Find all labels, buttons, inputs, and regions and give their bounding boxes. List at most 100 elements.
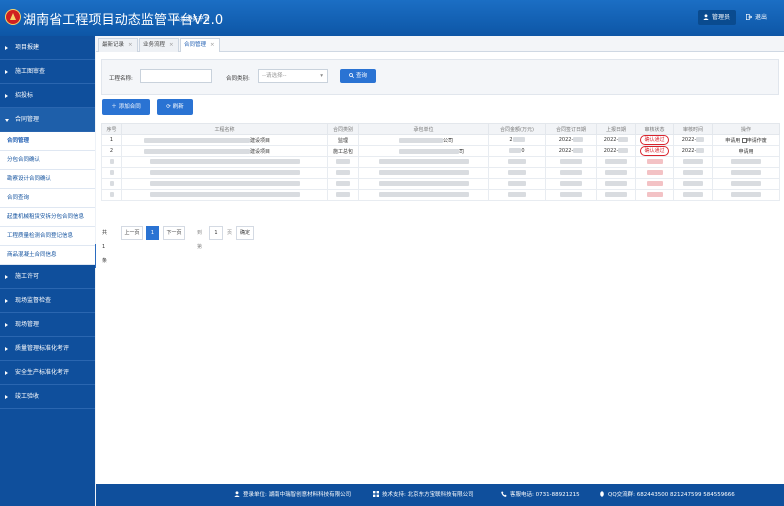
sidebar-subitem-contract-query[interactable]: 合同查询 bbox=[0, 189, 95, 208]
tab-label: 合同管理 bbox=[184, 42, 207, 48]
cell-empty bbox=[358, 156, 489, 168]
project-name-text: 建设项目 bbox=[250, 148, 271, 155]
apply-void-link[interactable]: 申请作废 bbox=[747, 138, 767, 144]
sidebar-item-contract-management[interactable]: 合同管理 bbox=[0, 108, 95, 132]
sidebar-subitem-subcontract-confirm[interactable]: 分包合同确认 bbox=[0, 151, 95, 170]
table-row bbox=[101, 156, 780, 168]
review-time-text: 2022- bbox=[681, 137, 697, 143]
sign-date-text: 2022- bbox=[558, 148, 574, 154]
sidebar-item-site-inspection[interactable]: 现场监督检查 bbox=[0, 289, 95, 313]
sidebar-item-project-registration[interactable]: 项目报建 bbox=[0, 36, 95, 60]
cell-empty bbox=[635, 178, 674, 190]
query-button[interactable]: 查询 bbox=[340, 69, 376, 83]
add-contract-button[interactable]: ＋添加合同 bbox=[102, 99, 150, 115]
grid-icon bbox=[373, 491, 379, 497]
sidebar-item-completion-acceptance[interactable]: 竣工验收 bbox=[0, 385, 95, 409]
sign-date-text: 2022- bbox=[558, 137, 574, 143]
sidebar-item-safety-evaluation[interactable]: 安全生产标准化考评 bbox=[0, 361, 95, 385]
sidebar-subitem-survey-design-confirm[interactable]: 勘察设计合同确认 bbox=[0, 170, 95, 189]
close-icon[interactable]: × bbox=[128, 42, 133, 48]
cell-empty bbox=[101, 156, 122, 168]
sidebar-item-drawing-review[interactable]: 施工图审查 bbox=[0, 60, 95, 84]
exit-button[interactable]: 退出 bbox=[746, 10, 780, 25]
cell-empty bbox=[545, 178, 597, 190]
table-row bbox=[101, 189, 780, 201]
goto-confirm-button[interactable]: 确定 bbox=[236, 226, 254, 240]
plus-icon: ＋ bbox=[111, 104, 117, 110]
cell-contractor: 公司 bbox=[358, 134, 489, 146]
prev-page-button[interactable]: 上一页 bbox=[121, 226, 143, 240]
add-contract-label: 添加合同 bbox=[118, 104, 141, 110]
exit-label: 退出 bbox=[755, 14, 768, 21]
cell-review-time: 2022- bbox=[673, 134, 713, 146]
report-date-text: 2022- bbox=[603, 137, 619, 143]
col-header-operations: 操作 bbox=[712, 123, 780, 135]
cell-empty bbox=[358, 167, 489, 179]
goto-page-input[interactable]: 1 bbox=[209, 226, 223, 240]
cell-empty bbox=[545, 189, 597, 201]
contractor-text: 司 bbox=[459, 148, 465, 155]
current-page-button[interactable]: 1 bbox=[146, 226, 159, 240]
cell-sign-date: 2022- bbox=[545, 134, 597, 146]
apply-use-link[interactable]: 申请用 bbox=[725, 138, 740, 144]
cell-operations: 申请用 申请作废 bbox=[712, 134, 780, 146]
qq-icon bbox=[600, 491, 604, 497]
cell-amount: 0 bbox=[488, 145, 546, 157]
tab-latest-records[interactable]: 最新记录 × bbox=[98, 38, 138, 52]
apply-use-link[interactable]: 申请用 bbox=[738, 149, 753, 155]
status-badge: 确认通过 bbox=[640, 146, 669, 156]
app-subtitle: 公共服务平台 bbox=[174, 16, 211, 23]
cell-empty bbox=[712, 178, 780, 190]
tab-business-process[interactable]: 业务流程 × bbox=[139, 38, 179, 52]
user-label: 管理员 bbox=[712, 14, 731, 21]
refresh-button[interactable]: ⟳ 刷新 bbox=[157, 99, 193, 115]
qq-group-text: QQ交流群: 682443500 821247599 584559666 bbox=[608, 492, 735, 498]
main-content: 工程名称: 合同类别: --请选择-- ▾ 查询 ＋添加合同 ⟳ 刷新 序号 工程名… bbox=[96, 52, 784, 484]
cell-empty bbox=[121, 178, 328, 190]
amount-text: 0 bbox=[521, 148, 525, 154]
project-name-input[interactable] bbox=[140, 69, 212, 83]
cell-sign-date: 2022- bbox=[545, 145, 597, 157]
contract-type-select[interactable]: --请选择-- ▾ bbox=[258, 69, 328, 83]
user-icon bbox=[234, 491, 240, 497]
sidebar-subitem-crane-lease[interactable]: 起重机械租赁安拆分包合同信息 bbox=[0, 208, 95, 227]
cell-empty bbox=[121, 156, 328, 168]
col-header-review-status: 审核状态 bbox=[635, 123, 674, 135]
table-row[interactable]: 2 建设项目 施工总包 司 0 2022- 2022- 确认通过 2022- 申… bbox=[101, 145, 780, 157]
next-page-button[interactable]: 下一页 bbox=[163, 226, 185, 240]
sidebar-item-construction-permit[interactable]: 施工许可 bbox=[0, 265, 95, 289]
sidebar-item-site-management[interactable]: 现场管理 bbox=[0, 313, 95, 337]
sidebar-item-bidding[interactable]: 招投标 bbox=[0, 84, 95, 108]
cell-project-name: 建设项目 bbox=[121, 134, 328, 146]
cell-empty bbox=[327, 167, 359, 179]
tab-bar: 最新记录 × 业务流程 × 合同管理 × bbox=[96, 36, 784, 52]
query-button-label: 查询 bbox=[355, 73, 367, 79]
cell-index: 1 bbox=[101, 134, 122, 146]
footer-hotline: 客服电话: 0731-88921215 bbox=[501, 484, 580, 506]
col-header-project-name: 工程名称 bbox=[121, 123, 328, 135]
cell-operations: 申请用 bbox=[712, 145, 780, 157]
tab-contract-management[interactable]: 合同管理 × bbox=[180, 38, 220, 52]
sidebar-subitem-concrete[interactable]: 商品混凝土合同信息 bbox=[0, 246, 95, 265]
close-icon[interactable]: × bbox=[169, 42, 174, 48]
cell-empty bbox=[545, 156, 597, 168]
goto-prefix-label: 到第 bbox=[197, 230, 203, 250]
sidebar-subitem-quality-test[interactable]: 工程质量检测合同登记信息 bbox=[0, 227, 95, 246]
emblem-logo-icon bbox=[5, 9, 21, 25]
refresh-label: 刷新 bbox=[172, 104, 184, 110]
cell-empty bbox=[596, 189, 636, 201]
cell-empty bbox=[673, 178, 713, 190]
tab-label: 业务流程 bbox=[143, 42, 166, 48]
sidebar-subitem-contract-management[interactable]: 合同管理 bbox=[0, 132, 95, 151]
user-menu-button[interactable]: 管理员 bbox=[698, 10, 736, 25]
cell-report-date: 2022- bbox=[596, 145, 636, 157]
table-row[interactable]: 1 建设项目 监理 公司 2 2022- 2022- 确认通过 2022- 申请… bbox=[101, 134, 780, 146]
cell-empty bbox=[545, 167, 597, 179]
report-date-text: 2022- bbox=[603, 148, 619, 154]
pager-total: 共1条 bbox=[102, 230, 108, 264]
cell-empty bbox=[488, 156, 546, 168]
project-name-label: 工程名称: bbox=[109, 76, 133, 82]
close-icon[interactable]: × bbox=[210, 42, 215, 48]
sidebar-item-quality-evaluation[interactable]: 质量管理标准化考评 bbox=[0, 337, 95, 361]
cell-empty bbox=[635, 167, 674, 179]
